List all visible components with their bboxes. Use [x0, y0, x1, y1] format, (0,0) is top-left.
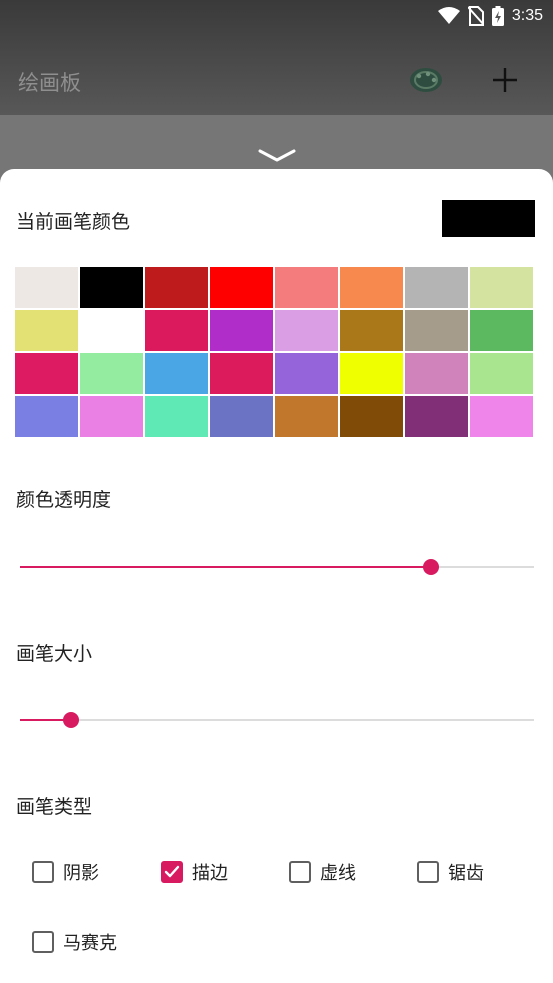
checkbox-label: 锯齿 [448, 863, 484, 884]
color-swatch[interactable] [15, 310, 78, 351]
color-swatch[interactable] [405, 396, 468, 437]
color-swatch[interactable] [80, 310, 143, 351]
current-color-label: 当前画笔颜色 [16, 211, 131, 233]
brush-type-stroke[interactable]: 描边 [161, 859, 228, 885]
color-swatch[interactable] [210, 267, 273, 308]
brush-type-jagged[interactable]: 锯齿 [417, 859, 484, 885]
palette-icon[interactable] [408, 66, 444, 94]
brush-size-slider[interactable] [20, 710, 534, 730]
color-palette [15, 267, 536, 437]
color-swatch[interactable] [145, 353, 208, 394]
opacity-slider[interactable] [20, 557, 534, 577]
brush-size-label: 画笔大小 [16, 643, 93, 665]
brush-size-slider-track [20, 719, 534, 721]
brush-type-dashed[interactable]: 虚线 [289, 859, 356, 885]
checkbox[interactable] [32, 861, 54, 883]
checkbox-label: 阴影 [63, 863, 99, 884]
color-swatch[interactable] [405, 267, 468, 308]
plus-icon[interactable] [490, 65, 520, 95]
opacity-slider-thumb[interactable] [423, 559, 440, 575]
color-swatch[interactable] [275, 353, 338, 394]
color-swatch[interactable] [405, 353, 468, 394]
brush-type-label: 画笔类型 [16, 796, 93, 818]
opacity-slider-fill [20, 566, 432, 568]
brush-type-mosaic[interactable]: 马赛克 [32, 929, 117, 955]
color-swatch[interactable] [275, 310, 338, 351]
color-swatch[interactable] [470, 353, 533, 394]
color-swatch[interactable] [145, 396, 208, 437]
checkbox[interactable] [417, 861, 439, 883]
checkbox-label: 马赛克 [63, 933, 117, 954]
color-swatch[interactable] [470, 396, 533, 437]
color-swatch[interactable] [210, 353, 273, 394]
color-swatch[interactable] [15, 267, 78, 308]
color-swatch[interactable] [15, 353, 78, 394]
checkbox[interactable] [289, 861, 311, 883]
wifi-icon [437, 7, 460, 24]
color-swatch[interactable] [275, 396, 338, 437]
color-swatch[interactable] [80, 353, 143, 394]
color-swatch[interactable] [210, 396, 273, 437]
checkbox-label: 虚线 [320, 863, 356, 884]
color-swatch[interactable] [340, 310, 403, 351]
checkbox-label: 描边 [192, 863, 228, 884]
checkbox[interactable] [161, 861, 183, 883]
current-color-swatch [442, 200, 535, 237]
check-icon [164, 865, 180, 878]
no-sim-icon [467, 6, 484, 26]
status-time: 3:35 [511, 7, 543, 24]
color-swatch[interactable] [470, 310, 533, 351]
color-swatch[interactable] [145, 267, 208, 308]
color-swatch[interactable] [80, 267, 143, 308]
color-swatch[interactable] [145, 310, 208, 351]
brush-size-slider-thumb[interactable] [63, 712, 80, 728]
toolbar-title: 绘画板 [18, 71, 81, 95]
brush-settings-sheet: 当前画笔颜色 颜色透明度 画笔大小 画笔类型 阴影 描边 虚线 锯齿 马赛克 [0, 169, 553, 983]
color-swatch[interactable] [275, 267, 338, 308]
color-swatch[interactable] [80, 396, 143, 437]
color-swatch[interactable] [340, 396, 403, 437]
color-swatch[interactable] [340, 267, 403, 308]
color-swatch[interactable] [210, 310, 273, 351]
color-swatch[interactable] [470, 267, 533, 308]
chevron-down-icon[interactable] [258, 148, 296, 164]
color-swatch[interactable] [15, 396, 78, 437]
opacity-label: 颜色透明度 [16, 489, 112, 511]
color-swatch[interactable] [340, 353, 403, 394]
checkbox[interactable] [32, 931, 54, 953]
status-bar: 3:35 [0, 0, 553, 32]
battery-charging-icon [491, 6, 504, 26]
color-swatch[interactable] [405, 310, 468, 351]
brush-type-shadow[interactable]: 阴影 [32, 859, 99, 885]
